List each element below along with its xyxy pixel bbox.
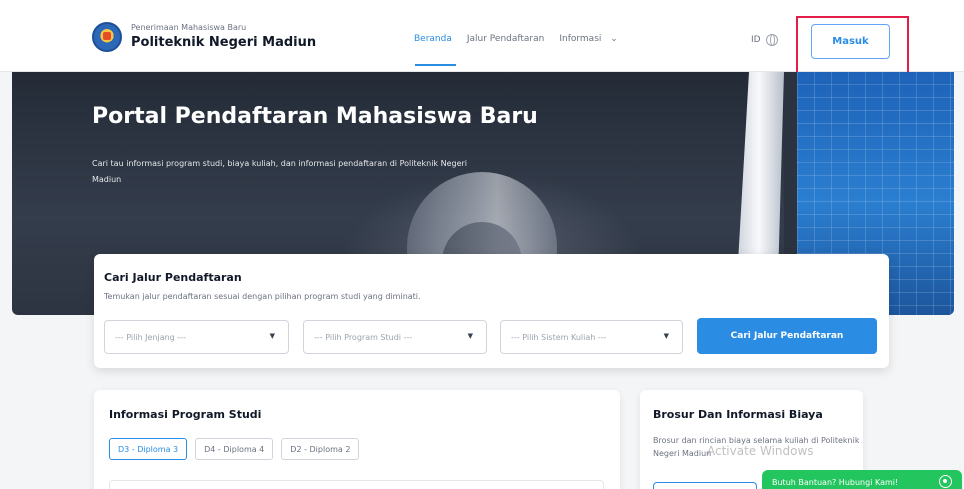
help-chat-button[interactable]: Butuh Bantuan? Hubungi Kami! xyxy=(762,470,962,489)
chevron-down-icon: ⌄ xyxy=(610,34,618,44)
program-studi-select[interactable]: --- Pilih Program Studi --- ▼ xyxy=(303,320,487,354)
caret-down-icon: ▼ xyxy=(663,332,669,340)
program-info-card: Informasi Program Studi D3 - Diploma 3 D… xyxy=(94,390,620,489)
help-chat-label: Butuh Bantuan? Hubungi Kami! xyxy=(772,477,899,487)
brand-text: Penerimaan Mahasiswa Baru Politeknik Neg… xyxy=(131,23,316,51)
nav-item-label: Jalur Pendaftaran xyxy=(466,34,545,44)
tab-d3[interactable]: D3 - Diploma 3 xyxy=(109,438,188,460)
nav-item-jalur-pendaftaran[interactable]: Jalur Pendaftaran xyxy=(467,34,544,44)
brand[interactable]: Penerimaan Mahasiswa Baru Politeknik Neg… xyxy=(92,22,316,52)
tab-d2[interactable]: D2 - Diploma 2 xyxy=(281,438,360,460)
nav-item-informasi[interactable]: Informasi ⌄ xyxy=(559,34,617,44)
whatsapp-icon xyxy=(939,475,952,488)
search-subtitle: Temukan jalur pendaftaran sesuai dengan … xyxy=(104,292,421,301)
brand-title: Politeknik Negeri Madiun xyxy=(131,35,317,50)
search-title: Cari Jalur Pendaftaran xyxy=(104,271,242,284)
hero-title: Portal Pendaftaran Mahasiswa Baru xyxy=(92,104,538,129)
program-info-title: Informasi Program Studi xyxy=(109,408,262,421)
search-card: Cari Jalur Pendaftaran Temukan jalur pen… xyxy=(94,254,889,368)
brand-subtitle: Penerimaan Mahasiswa Baru xyxy=(131,23,247,32)
nav-item-label: Informasi xyxy=(559,34,602,44)
caret-down-icon: ▼ xyxy=(269,332,275,340)
caret-down-icon: ▼ xyxy=(467,332,473,340)
tab-d4[interactable]: D4 - Diploma 4 xyxy=(195,438,274,460)
brochure-title: Brosur Dan Informasi Biaya xyxy=(653,408,823,421)
language-selector[interactable]: ID xyxy=(751,34,778,46)
language-label: ID xyxy=(751,35,761,45)
program-list-panel xyxy=(109,480,604,489)
program-tabs: D3 - Diploma 3 D4 - Diploma 4 D2 - Diplo… xyxy=(109,438,367,460)
search-button[interactable]: Cari Jalur Pendaftaran xyxy=(697,318,877,354)
page: Penerimaan Mahasiswa Baru Politeknik Neg… xyxy=(0,0,964,489)
hero-description: Cari tau informasi program studi, biaya … xyxy=(92,159,468,184)
select-value: --- Pilih Jenjang --- xyxy=(115,332,186,342)
sistem-kuliah-select[interactable]: --- Pilih Sistem Kuliah --- ▼ xyxy=(500,320,683,354)
polinema-logo-icon xyxy=(92,22,122,52)
nav-item-label: Beranda xyxy=(414,34,452,44)
globe-icon xyxy=(765,34,778,46)
login-highlight-box xyxy=(796,16,909,80)
select-value: --- Pilih Program Studi --- xyxy=(314,332,413,342)
activate-windows-watermark: Activate Windows xyxy=(707,444,814,458)
nav-item-beranda[interactable]: Beranda xyxy=(414,34,456,66)
brochure-button[interactable] xyxy=(653,482,757,489)
jenjang-select[interactable]: --- Pilih Jenjang --- ▼ xyxy=(104,320,289,354)
main-nav: Beranda Jalur Pendaftaran Informasi ⌄ xyxy=(414,34,633,66)
top-header: Penerimaan Mahasiswa Baru Politeknik Neg… xyxy=(0,0,964,80)
select-value: --- Pilih Sistem Kuliah --- xyxy=(511,332,607,342)
active-nav-underline xyxy=(415,64,456,66)
